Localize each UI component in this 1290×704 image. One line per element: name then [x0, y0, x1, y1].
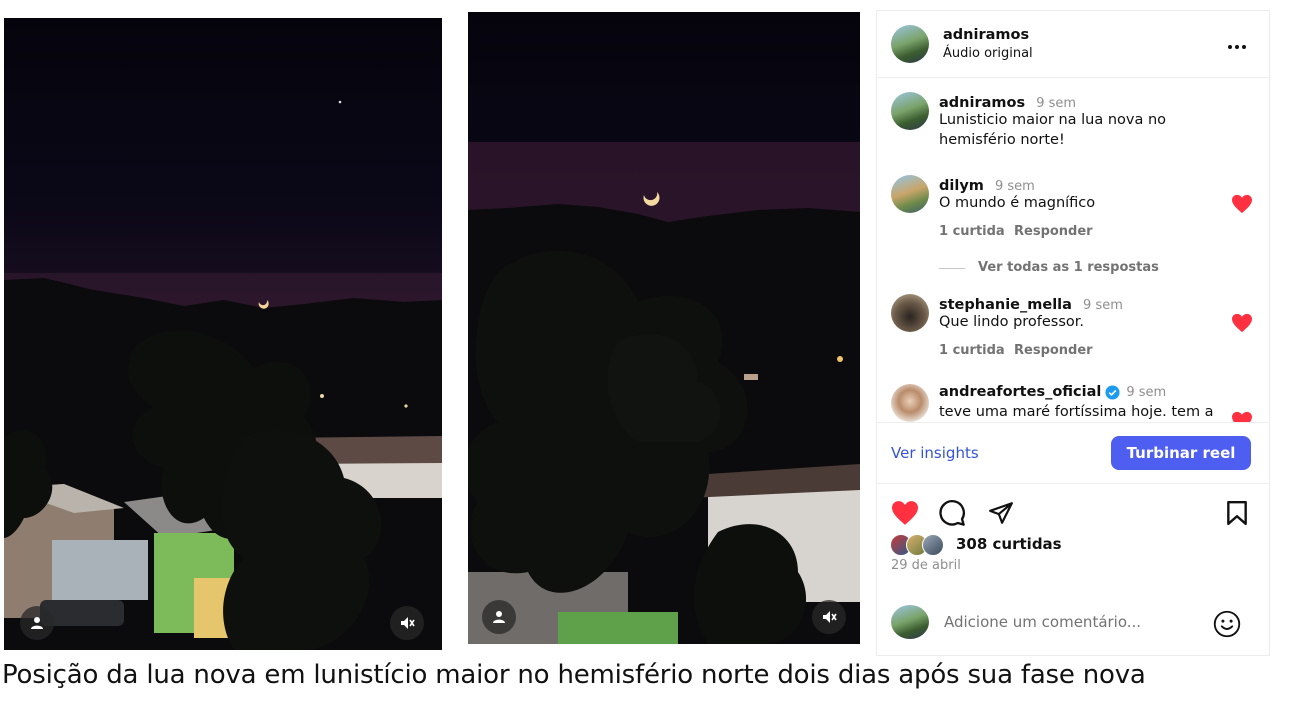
bookmark-icon[interactable] — [1225, 500, 1249, 526]
user-icon — [493, 611, 505, 623]
avatar[interactable] — [891, 175, 929, 213]
more-horizontal-icon — [1228, 45, 1246, 49]
post-username[interactable]: adniramos — [943, 27, 1029, 43]
comment-like-heart-icon[interactable] — [1231, 313, 1253, 333]
comment-time: 9 sem — [1126, 384, 1167, 400]
mute-button[interactable] — [812, 600, 846, 634]
verified-badge-icon — [1105, 384, 1120, 400]
comment-username[interactable]: stephanie_mella — [939, 297, 1072, 313]
mute-button[interactable] — [390, 606, 424, 640]
avatar — [922, 534, 944, 556]
video-frame-left[interactable] — [4, 18, 442, 650]
avatar[interactable] — [891, 92, 929, 130]
user-icon — [31, 617, 43, 629]
comment-time: 9 sem — [1083, 298, 1123, 313]
view-replies-link[interactable]: Ver todas as 1 respostas — [978, 260, 1159, 275]
comment-header: andreafortes_oficial 9 sem — [939, 384, 1166, 400]
reply-button[interactable]: Responder — [1014, 343, 1093, 358]
comment-input[interactable]: Adicione um comentário... — [944, 613, 1194, 631]
comment-header: adniramos 9 sem — [939, 92, 1076, 111]
comment-text: O mundo é magnífico — [939, 195, 1096, 211]
comment-text-line: Lunisticio maior na lua nova no — [939, 112, 1167, 128]
night-landscape-right — [468, 142, 860, 644]
profile-tag-button[interactable] — [20, 606, 54, 640]
image-caption: Posição da lua nova em lunistício maior … — [2, 660, 1146, 690]
comment-username[interactable]: andreafortes_oficial — [939, 384, 1101, 400]
avatar — [891, 605, 929, 639]
avatar[interactable] — [891, 384, 929, 422]
more-options-button[interactable] — [1227, 37, 1247, 49]
speaker-muted-icon — [823, 611, 837, 623]
reply-button[interactable]: Responder — [1014, 224, 1093, 239]
speaker-muted-icon — [401, 617, 415, 629]
comment-username[interactable]: dilym — [939, 178, 984, 194]
post-panel: adniramos Áudio original adniramos 9 sem… — [876, 10, 1270, 656]
comment-text: Que lindo professor. — [939, 314, 1085, 330]
comments-list[interactable]: adniramos 9 sem Lunisticio maior na lua … — [877, 78, 1269, 422]
share-send-icon[interactable] — [987, 500, 1015, 526]
like-heart-icon[interactable] — [890, 500, 920, 526]
replies-divider-line — [939, 268, 965, 269]
comment-text: Lunisticio maior na lua nova no hemisfér… — [939, 111, 1239, 150]
comment-text: teve uma maré fortíssima hoje. tem a — [939, 404, 1214, 420]
video-frame-right[interactable] — [468, 12, 860, 644]
comment-header: stephanie_mella 9 sem — [939, 294, 1123, 313]
comment-bubble-icon[interactable] — [938, 499, 966, 527]
insights-divider — [877, 422, 1269, 423]
comment-likes[interactable]: 1 curtida — [939, 224, 1005, 239]
emoji-icon[interactable] — [1213, 610, 1241, 638]
avatar[interactable] — [891, 294, 929, 332]
comment-like-heart-icon[interactable] — [1231, 411, 1253, 422]
like-count[interactable]: 308 curtidas — [956, 535, 1062, 553]
night-landscape-left — [4, 100, 442, 650]
liker-avatars[interactable] — [890, 534, 954, 556]
comment-header: dilym 9 sem — [939, 175, 1035, 194]
comment-time: 9 sem — [1036, 96, 1077, 111]
comment-username[interactable]: adniramos — [939, 95, 1025, 111]
comment-like-heart-icon[interactable] — [1231, 194, 1253, 214]
comment-text-line: hemisfério norte! — [939, 131, 1065, 148]
avatar[interactable] — [891, 25, 929, 63]
audio-label[interactable]: Áudio original — [943, 46, 1033, 61]
profile-tag-button[interactable] — [482, 600, 516, 634]
actions-divider — [877, 483, 1269, 484]
boost-reel-button[interactable]: Turbinar reel — [1111, 436, 1251, 470]
view-insights-link[interactable]: Ver insights — [891, 444, 979, 462]
post-date: 29 de abril — [891, 558, 961, 573]
comment-time: 9 sem — [994, 179, 1035, 194]
comment-likes[interactable]: 1 curtida — [939, 343, 1005, 358]
